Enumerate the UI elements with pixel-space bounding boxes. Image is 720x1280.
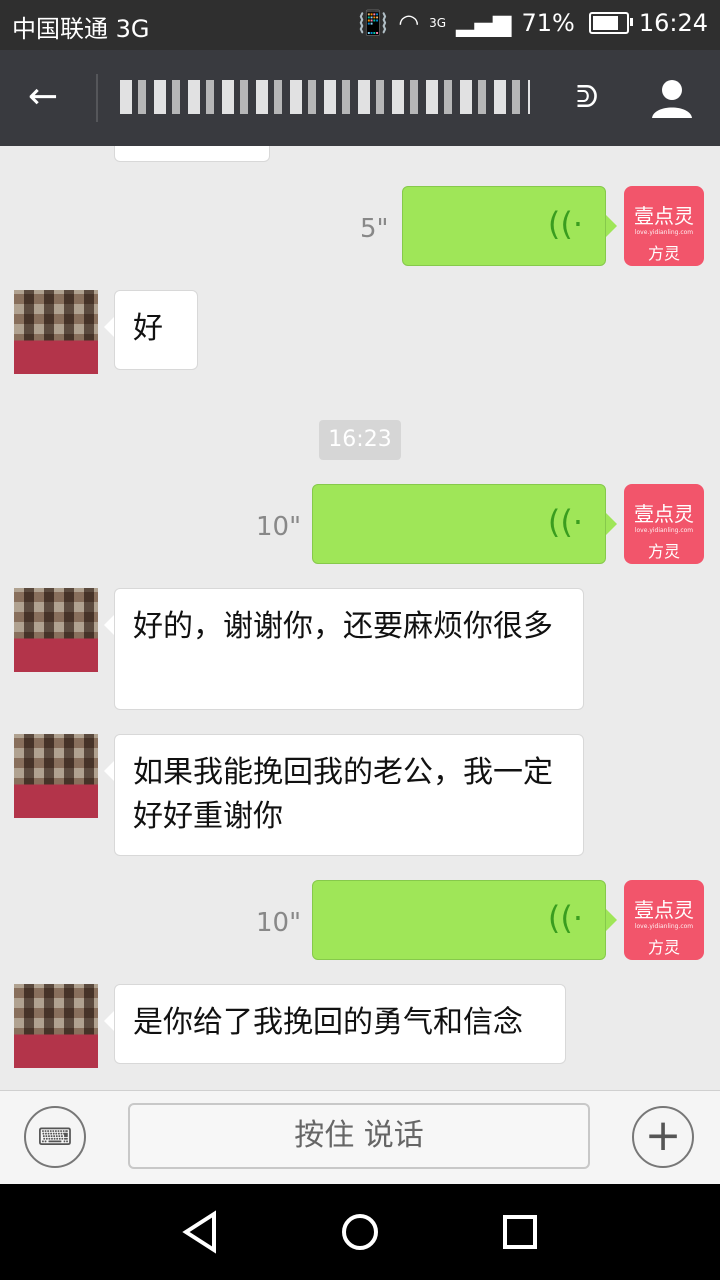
square-recent-icon[interactable] bbox=[490, 1206, 550, 1258]
avatar-url: love.yidianling.com bbox=[634, 229, 694, 236]
voice-message-bubble[interactable]: ((· bbox=[402, 186, 617, 266]
system-nav-bar bbox=[0, 1184, 720, 1280]
contact-avatar[interactable] bbox=[14, 734, 98, 818]
battery-icon bbox=[588, 12, 633, 34]
text-message-bubble[interactable]: 如果我能挽回我的老公，我一定好好重谢你 bbox=[104, 734, 584, 856]
avatar-brand: 壹点灵 bbox=[634, 898, 694, 922]
timestamp-label: 16:23 bbox=[319, 420, 401, 460]
sound-wave-icon: ((· bbox=[547, 899, 583, 937]
status-icons: 📳 ◠ 3G ▂▄▆ 71% 16:24 bbox=[358, 9, 708, 37]
ear-icon[interactable]: ᕲ bbox=[576, 80, 598, 115]
arrow-left-icon[interactable]: ← bbox=[28, 76, 58, 117]
network-type: 3G bbox=[429, 16, 447, 30]
own-avatar[interactable]: 壹点灵 love.yidianling.com 方灵 bbox=[624, 186, 704, 266]
person-icon[interactable] bbox=[650, 76, 694, 120]
carrier-label: 中国联通 3G bbox=[12, 15, 150, 43]
voice-message-bubble[interactable]: ((· bbox=[312, 880, 617, 960]
signal-icon: ▂▄▆ bbox=[456, 9, 512, 37]
wifi-icon: ◠ bbox=[398, 9, 420, 37]
text-message-bubble[interactable]: 好的，谢谢你，还要麻烦你很多 bbox=[104, 588, 584, 710]
sound-wave-icon: ((· bbox=[547, 503, 583, 541]
contact-avatar[interactable] bbox=[14, 290, 98, 374]
triangle-back-icon[interactable] bbox=[170, 1206, 230, 1258]
status-bar: 中国联通 3G 📳 ◠ 3G ▂▄▆ 71% 16:24 bbox=[0, 0, 720, 50]
avatar-brand: 壹点灵 bbox=[634, 204, 694, 228]
own-avatar[interactable]: 壹点灵 love.yidianling.com 方灵 bbox=[624, 880, 704, 960]
keyboard-icon[interactable]: ⌨ bbox=[24, 1106, 86, 1168]
avatar-url: love.yidianling.com bbox=[634, 923, 694, 930]
vibrate-icon: 📳 bbox=[358, 9, 389, 37]
avatar-name: 方灵 bbox=[647, 244, 680, 263]
hold-to-talk-button[interactable]: 按住 说话 bbox=[128, 1103, 590, 1169]
chat-title-blurred bbox=[120, 80, 530, 114]
header-divider bbox=[96, 74, 98, 122]
avatar-url: love.yidianling.com bbox=[634, 527, 694, 534]
contact-avatar[interactable] bbox=[14, 984, 98, 1068]
voice-duration: 10" bbox=[256, 512, 302, 542]
text-message-bubble[interactable]: 好 bbox=[104, 290, 198, 370]
voice-message-bubble[interactable]: ((· bbox=[312, 484, 617, 564]
plus-icon[interactable]: + bbox=[632, 1106, 694, 1168]
own-avatar[interactable]: 壹点灵 love.yidianling.com 方灵 bbox=[624, 484, 704, 564]
sound-wave-icon: ((· bbox=[547, 205, 583, 243]
chat-header: ← ᕲ bbox=[0, 50, 720, 146]
avatar-brand: 壹点灵 bbox=[634, 502, 694, 526]
input-bar: ⌨ 按住 说话 + bbox=[0, 1090, 720, 1185]
text-message-bubble[interactable]: 是你给了我挽回的勇气和信念 bbox=[104, 984, 566, 1064]
voice-duration: 10" bbox=[256, 908, 302, 938]
avatar-name: 方灵 bbox=[647, 938, 680, 957]
avatar-name: 方灵 bbox=[647, 542, 680, 561]
voice-duration: 5" bbox=[360, 214, 389, 244]
clock: 16:24 bbox=[638, 9, 708, 37]
partial-message-bubble bbox=[114, 146, 270, 162]
message-list[interactable]: 5" ((· 壹点灵 love.yidianling.com 方灵 好 16:2… bbox=[0, 146, 720, 1090]
contact-avatar[interactable] bbox=[14, 588, 98, 672]
circle-home-icon[interactable] bbox=[330, 1206, 390, 1258]
battery-percent: 71% bbox=[521, 9, 575, 37]
